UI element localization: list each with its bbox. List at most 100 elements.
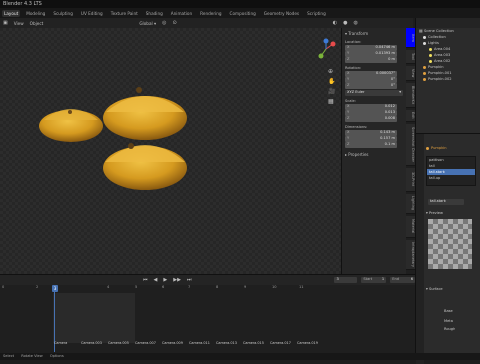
tab-rendering[interactable]: Rendering	[198, 10, 223, 17]
metallic-label: Meta	[444, 319, 453, 323]
view-menu[interactable]: View	[11, 21, 27, 26]
end-frame-field[interactable]: End 6	[390, 277, 415, 283]
tab-sculpting[interactable]: Sculpting	[51, 10, 75, 17]
side-tab-item[interactable]: Item	[406, 28, 415, 48]
dimensions-x-field[interactable]: X 0.143 m	[345, 130, 397, 136]
jump-end-icon[interactable]: ⏭	[184, 277, 195, 283]
tab-animation[interactable]: Animation	[169, 10, 194, 17]
object-name[interactable]: Pumpkin	[426, 145, 447, 151]
location-z-field[interactable]: Z0 m	[345, 57, 397, 63]
side-tab-blenderkit[interactable]: BlenderKit	[406, 83, 415, 108]
editor-type-icon[interactable]: ▣	[0, 20, 11, 26]
pumpkin-front[interactable]	[103, 143, 187, 190]
current-frame-field[interactable]: 3	[334, 277, 358, 283]
ortho-toggle-icon[interactable]: ▦	[328, 98, 334, 105]
pumpkin-back[interactable]	[103, 87, 187, 140]
pan-icon[interactable]: ✋	[328, 78, 335, 85]
tab-compositing[interactable]: Compositing	[228, 10, 258, 17]
tab-uv-editing[interactable]: UV Editing	[79, 10, 105, 17]
sidebar-tabs: Item Tool View BlenderKit Edit Screenshot Che…	[406, 28, 415, 274]
camera-marker[interactable]: Camera.017	[270, 341, 291, 345]
transform-section-header[interactable]: ▾ Transform	[345, 31, 368, 36]
preview-header[interactable]: ▾ Preview	[426, 210, 443, 216]
transform-orientation[interactable]: Global ▾	[136, 21, 159, 26]
side-tab-material[interactable]: Material	[406, 216, 415, 238]
right-pane: ▦ Scene Collection Collection Lights Area.…	[415, 18, 480, 364]
object-type-icon	[429, 47, 432, 51]
pumpkin-left[interactable]	[39, 109, 103, 142]
object-type-icon	[423, 41, 426, 45]
rotation-y-field[interactable]: Y 0°	[345, 77, 397, 83]
app-title: Blender 4.3 LTS	[3, 1, 42, 7]
camera-marker[interactable]: Camera.015	[243, 341, 264, 345]
scale-y-field[interactable]: Y 0.013	[345, 110, 397, 116]
start-frame-field[interactable]: Start 1	[361, 277, 387, 283]
frame-tick: 2	[36, 285, 39, 289]
proportional-icon[interactable]: ⊙	[169, 20, 179, 26]
tab-layout[interactable]: Layout	[2, 9, 21, 17]
tab-shading[interactable]: Shading	[144, 10, 165, 17]
object-menu[interactable]: Object	[27, 21, 47, 26]
sidebar-item-panel: ▾ Transform Location: X 0.04746 m Y 0.0139…	[341, 28, 406, 274]
camera-marker[interactable]: Camera.009	[162, 341, 183, 345]
camera-marker[interactable]: Camera	[54, 341, 67, 345]
camera-marker[interactable]: Camera.007	[135, 341, 156, 345]
shading-solid-icon[interactable]: ●	[340, 20, 350, 26]
dimensions-z-field[interactable]: Z 0.1 m	[345, 142, 397, 148]
tab-geometry-nodes[interactable]: Geometry Nodes	[262, 10, 301, 17]
frame-tick: 11	[299, 285, 304, 289]
rotation-z-field[interactable]: Z 0°	[345, 83, 397, 89]
prev-keyframe-icon[interactable]: ◀	[151, 277, 161, 283]
side-tab-tool[interactable]: Tool	[406, 50, 415, 64]
camera-marker[interactable]: Camera.013	[216, 341, 237, 345]
camera-marker[interactable]: Camera.019	[297, 341, 318, 345]
shading-material-icon[interactable]: ◍	[350, 20, 360, 26]
jump-start-icon[interactable]: ⏮	[140, 277, 151, 283]
dimensions-y-field[interactable]: Y 0.157 m	[345, 136, 397, 142]
side-tab-lighting[interactable]: Lighting	[406, 194, 415, 214]
next-keyframe-icon[interactable]: ▶▶	[170, 277, 184, 283]
side-tab-intraplanetary[interactable]: Intraplanetary	[406, 240, 415, 270]
surface-header[interactable]: ▾ Surface	[426, 286, 443, 292]
title-bar: Blender 4.3 LTS	[0, 0, 480, 8]
side-tab-screenshot-checker[interactable]: Screenshot Checker	[406, 124, 415, 166]
zoom-icon[interactable]: ⊕	[328, 68, 333, 75]
camera-view-icon[interactable]: 🎥	[328, 88, 335, 95]
play-icon[interactable]: ▶	[160, 277, 170, 283]
outliner-row[interactable]: Pumpkin.002	[419, 76, 479, 82]
object-type-icon	[429, 59, 432, 63]
location-x-field[interactable]: X 0.04746 m	[345, 45, 397, 51]
camera-marker[interactable]: Camera.003	[81, 341, 102, 345]
side-tab-edit[interactable]: Edit	[406, 110, 415, 122]
timeline[interactable]: 0 2 3 4 5 6 7 8 9 10 11 3 Camera Camera.003 Camera.0…	[0, 285, 415, 353]
scale-z-field[interactable]: Z 0.008	[345, 116, 397, 122]
playhead[interactable]: 3	[52, 285, 58, 292]
camera-marker[interactable]: Camera.005	[108, 341, 129, 345]
tab-modeling[interactable]: Modeling	[24, 10, 47, 17]
side-tab-3d-print[interactable]: 3D-Print	[406, 168, 415, 192]
shape-key-list: pattison tall tall.stark tall.up	[426, 156, 476, 186]
tab-texture-paint[interactable]: Texture Paint	[109, 10, 140, 17]
shape-key-item[interactable]: tall.up	[427, 175, 475, 181]
rotation-mode-select[interactable]: XYZ Euler ▾	[345, 90, 403, 96]
navigation-gizmo[interactable]	[315, 38, 337, 60]
outliner-list: Collection Lights Area.004 Area.003 Area.002…	[419, 34, 479, 82]
object-type-icon	[423, 71, 426, 75]
scale-x-field[interactable]: X 0.012	[345, 104, 397, 110]
tab-scripting[interactable]: Scripting	[305, 10, 328, 17]
rotation-label: Rotation:	[345, 66, 362, 70]
properties-section-header[interactable]: ▸ Properties	[345, 152, 369, 157]
viewport-header: ▣ View Object Global ▾ ◎ ⊙ ◐ ● ◍	[0, 18, 413, 28]
shape-key-name-field[interactable]: tall.stark	[428, 199, 464, 205]
rotation-x-field[interactable]: X 0.000037°	[345, 71, 397, 77]
camera-marker[interactable]: Camera.011	[189, 341, 210, 345]
scale-label: Scale:	[345, 99, 356, 103]
frame-tick: 5	[135, 285, 138, 289]
overlay-icon[interactable]: ◐	[330, 20, 340, 26]
snap-icon[interactable]: ◎	[159, 20, 169, 26]
location-label: Location:	[345, 40, 362, 44]
side-tab-view[interactable]: View	[406, 66, 415, 81]
frame-tick: 7	[188, 285, 191, 289]
marker-row: Camera Camera.003 Camera.005 Camera.007 Came…	[0, 339, 415, 351]
location-y-field[interactable]: Y 0.01393 m	[345, 51, 397, 57]
